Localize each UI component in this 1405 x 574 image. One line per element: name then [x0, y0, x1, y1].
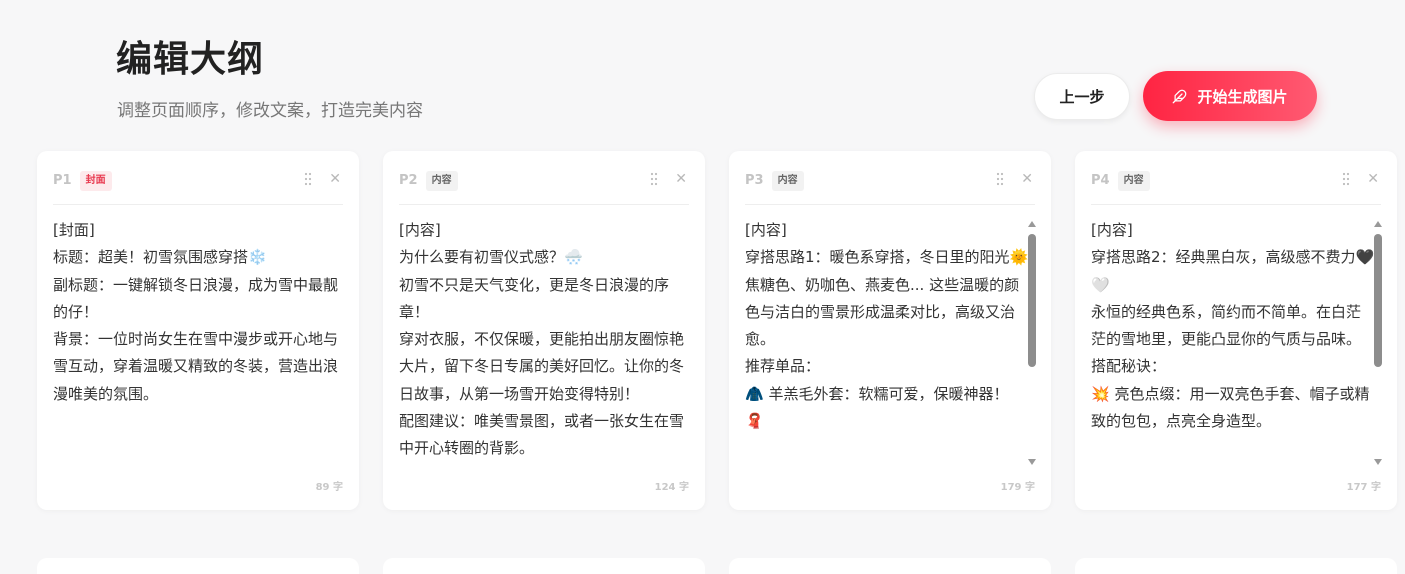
scroll-down-icon[interactable] — [1374, 459, 1382, 465]
outline-card[interactable] — [729, 558, 1051, 574]
text-line: 为什么要有初雪仪式感？🌨️ — [399, 248, 583, 267]
text-line: 永恒的经典色系，简约而不简单。在白茫茫的雪地里，更能凸显你的气质与品味。 — [1091, 302, 1362, 349]
text-line: 标题：超美！初雪氛围感穿搭❄️ — [53, 248, 267, 267]
page-type-tag: 封面 — [79, 171, 112, 191]
text-line: [内容] — [399, 221, 441, 239]
outline-card[interactable]: P3 内容 ✕ [内容] 穿搭思路1：暖色系穿搭，冬日里的阳光🌞 焦糖色、奶咖色… — [729, 151, 1051, 510]
close-icon[interactable]: ✕ — [1367, 172, 1379, 186]
text-line: 💥 亮色点缀：用一双亮色手套、帽子或精致的包包，点亮全身造型。 — [1091, 384, 1370, 431]
scrollbar-thumb[interactable] — [1374, 234, 1382, 367]
text-line: 背景：一位时尚女生在雪中漫步或开心地与雪互动，穿着温暖又精致的冬装，营造出浪漫唯… — [53, 330, 339, 403]
page-number: P2 — [399, 173, 418, 188]
word-count: 179 字 — [1000, 482, 1035, 493]
page-type-tag: 内容 — [771, 171, 804, 191]
card-header: P3 内容 ✕ — [745, 169, 1035, 205]
close-icon[interactable]: ✕ — [329, 172, 341, 186]
outline-card[interactable] — [37, 558, 359, 574]
text-line: 穿搭思路1：暖色系穿搭，冬日里的阳光🌞 — [745, 248, 1029, 267]
text-line: 配图建议：唯美雪景图，或者一张女生在雪中开心转圈的背影。 — [399, 412, 685, 458]
outline-card[interactable] — [383, 558, 705, 574]
text-line: 副标题：一键解锁冬日浪漫，成为雪中最靓的仔！ — [53, 275, 339, 321]
text-line: [内容] — [745, 221, 787, 239]
drag-handle-icon[interactable] — [303, 172, 313, 186]
scroll-down-icon[interactable] — [1028, 459, 1036, 465]
text-line: [内容] — [1091, 221, 1133, 239]
outline-card[interactable]: P2 内容 ✕ [内容] 为什么要有初雪仪式感？🌨️ 初雪不只是天气变化，更是冬… — [383, 151, 705, 510]
text-line: 搭配秘诀： — [1091, 357, 1167, 376]
scrollbar[interactable] — [1373, 221, 1383, 465]
text-line: [封面] — [53, 221, 95, 239]
outline-card[interactable]: P4 内容 ✕ [内容] 穿搭思路2：经典黑白灰，高级感不费力🖤🤍 永恒的经典色… — [1075, 151, 1397, 510]
start-generate-button[interactable]: 开始生成图片 — [1143, 71, 1317, 121]
text-line: 穿搭思路2：经典黑白灰，高级感不费力🖤🤍 — [1091, 248, 1375, 294]
text-line: 推荐单品： — [745, 357, 821, 376]
page-title: 编辑大纲 — [116, 39, 265, 80]
close-icon[interactable]: ✕ — [1021, 172, 1033, 186]
scroll-up-icon[interactable] — [1028, 221, 1036, 227]
card-text-editor[interactable]: [封面] 标题：超美！初雪氛围感穿搭❄️ 副标题：一键解锁冬日浪漫，成为雪中最靓… — [53, 217, 343, 465]
page-number: P1 — [53, 173, 72, 188]
card-text-editor[interactable]: [内容] 穿搭思路1：暖色系穿搭，冬日里的阳光🌞 焦糖色、奶咖色、燕麦色... … — [745, 217, 1029, 465]
close-icon[interactable]: ✕ — [675, 172, 687, 186]
page-number: P3 — [745, 173, 764, 188]
text-line: 穿对衣服，不仅保暖，更能拍出朋友圈惊艳大片，留下冬日专属的美好回忆。让你的冬日故… — [399, 330, 685, 403]
scrollbar[interactable] — [1027, 221, 1037, 465]
text-line: 🧥 羊羔毛外套：软糯可爱，保暖神器！ — [745, 384, 1009, 403]
card-header: P2 内容 ✕ — [399, 169, 689, 205]
drag-handle-icon[interactable] — [649, 172, 659, 186]
text-line: 焦糖色、奶咖色、燕麦色... 这些温暖的颜色与洁白的雪景形成温柔对比，高级又治愈… — [745, 275, 1020, 349]
drag-handle-icon[interactable] — [995, 172, 1005, 186]
card-text-editor[interactable]: [内容] 为什么要有初雪仪式感？🌨️ 初雪不只是天气变化，更是冬日浪漫的序章！ … — [399, 217, 689, 465]
scrollbar-thumb[interactable] — [1028, 234, 1036, 367]
scroll-up-icon[interactable] — [1374, 221, 1382, 227]
card-header: P1 封面 ✕ — [53, 169, 343, 205]
previous-step-button[interactable]: 上一步 — [1034, 73, 1130, 120]
page-type-tag: 内容 — [425, 171, 458, 191]
outline-card[interactable]: P1 封面 ✕ [封面] 标题：超美！初雪氛围感穿搭❄️ 副标题：一键解锁冬日浪… — [37, 151, 359, 510]
card-text-editor[interactable]: [内容] 穿搭思路2：经典黑白灰，高级感不费力🖤🤍 永恒的经典色系，简约而不简单… — [1091, 217, 1375, 465]
drag-handle-icon[interactable] — [1341, 172, 1351, 186]
card-header: P4 内容 ✕ — [1091, 169, 1381, 205]
feather-icon — [1173, 89, 1187, 103]
word-count: 124 字 — [654, 482, 689, 493]
outline-card[interactable] — [1075, 558, 1397, 574]
word-count: 89 字 — [315, 482, 343, 493]
text-line: 🧣 — [745, 412, 764, 431]
start-generate-label: 开始生成图片 — [1197, 87, 1288, 106]
page-number: P4 — [1091, 173, 1110, 188]
word-count: 177 字 — [1346, 482, 1381, 493]
text-line: 初雪不只是天气变化，更是冬日浪漫的序章！ — [399, 275, 670, 321]
page-subtitle: 调整页面顺序，修改文案，打造完美内容 — [117, 101, 423, 121]
page-type-tag: 内容 — [1117, 171, 1150, 191]
